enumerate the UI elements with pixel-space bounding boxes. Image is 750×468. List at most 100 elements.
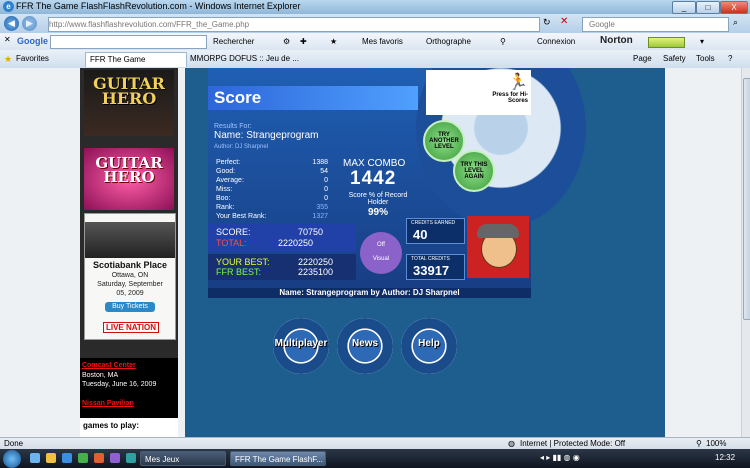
forward-button[interactable]: ▶ [22, 16, 37, 31]
search-icon[interactable]: ⌕ [733, 17, 738, 28]
live-nation-logo: LIVE NATION [103, 322, 159, 333]
stat-value-rank: 355 [316, 204, 328, 211]
guitar-hero-ad[interactable]: GUITAR HERO [84, 70, 174, 136]
stat-value-boo: 0 [324, 195, 328, 202]
try-another-label: TRY ANOTHER LEVEL [429, 132, 459, 150]
try-level-again-button[interactable]: TRY THIS LEVEL AGAIN [453, 150, 495, 192]
stat-label-good: Good: [216, 168, 236, 175]
help-icon[interactable]: ? [728, 54, 732, 63]
close-button[interactable]: X [720, 1, 748, 14]
search-button[interactable]: Rechercher [213, 37, 254, 46]
app-icon[interactable] [94, 453, 104, 463]
score-box: SCORE: 70750 TOTAL: 2220250 [208, 224, 356, 252]
event-date: Saturday, September [97, 281, 163, 288]
clock: 12:32 [715, 453, 736, 462]
quicklaunch-icon[interactable] [30, 453, 40, 463]
event-date-year: 05, 2009 [116, 290, 144, 297]
guitar-hero-ad-2[interactable]: GUITAR HERO [84, 148, 174, 210]
tab-dofus[interactable]: MMORPG DOFUS :: Jeu de ... [186, 52, 304, 66]
concert-image [85, 222, 175, 258]
stat-label-average: Average: [216, 177, 244, 184]
page-menu[interactable]: Page [633, 54, 652, 63]
venue-city: Ottawa, ON [111, 272, 149, 279]
score-title: Score [214, 88, 262, 107]
score-value: 70750 [298, 227, 324, 237]
translate-icon[interactable]: ⚲ [500, 37, 506, 46]
stop-icon[interactable]: ✕ [560, 16, 568, 27]
avatar-hat [477, 224, 519, 238]
stat-label-rank: Rank: [216, 204, 235, 211]
multiplayer-button[interactable]: Multiplayer [273, 318, 329, 374]
plus-icon[interactable]: ✚ [300, 37, 307, 46]
total-credits-label: TOTAL CREDITS [411, 256, 450, 262]
norton-logo: Norton [600, 35, 633, 46]
concert-date: Tuesday, June 16, 2009 [82, 381, 157, 388]
result-name: Name: Strangeprogram [214, 130, 319, 141]
left-sidebar: GUITAR HERO GUITAR HERO Scotiabank Place… [80, 68, 178, 437]
visual-label: Visual [372, 256, 390, 262]
norton-status[interactable] [648, 37, 685, 48]
refresh-icon[interactable]: ↻ [543, 17, 551, 28]
bookmark-icon[interactable]: ★ [330, 37, 337, 46]
media-icon[interactable] [78, 453, 88, 463]
favorites-button[interactable]: Favorites [16, 54, 49, 63]
ie-icon[interactable] [62, 453, 72, 463]
stat-value-best-rank: 1327 [312, 213, 328, 220]
tools-menu[interactable]: Tools [696, 54, 715, 63]
favorites-button[interactable]: Mes favoris [362, 37, 403, 46]
address-bar[interactable]: http://www.flashflashrevolution.com/FFR_… [48, 17, 540, 32]
concert-venue-link[interactable]: Comcast Center [82, 362, 136, 369]
search-input[interactable]: Google [582, 17, 729, 32]
google-search-input[interactable] [50, 35, 207, 49]
try-again-label: TRY THIS LEVEL AGAIN [460, 162, 488, 180]
concert-city: Boston, MA [82, 372, 119, 379]
score-pct-label: Score % of Record Holder [348, 192, 408, 206]
app3-icon[interactable] [126, 453, 136, 463]
tray-icons[interactable]: ◂ ▸ ▮▮ ◍ ◉ [540, 453, 580, 462]
favorites-bar: ★ Favorites FFR The Game FlashFla... MMO… [0, 50, 750, 78]
ffr-best-label: FFR BEST: [216, 267, 262, 277]
login-button[interactable]: Connexion [537, 37, 575, 46]
stat-value-average: 0 [324, 177, 328, 184]
total-credits: TOTAL CREDITS 33917 [406, 254, 465, 280]
concert-venue-link-2[interactable]: Nissan Pavilion [82, 400, 134, 407]
song-name-bar: Name: Strangeprogram by Author: DJ Sharp… [208, 288, 531, 298]
folder-icon[interactable] [46, 453, 56, 463]
help-button[interactable]: Help [401, 318, 457, 374]
hiscore-button[interactable]: 🏃 Press for Hi-Scores Scores are recorde… [426, 70, 531, 115]
minimize-button[interactable]: _ [672, 1, 696, 14]
close-toolbar-icon[interactable]: ✕ [4, 35, 11, 44]
your-best-label: YOUR BEST: [216, 257, 270, 267]
visual-toggle[interactable]: Off Visual [360, 232, 402, 274]
scrollbar-thumb[interactable] [743, 78, 750, 320]
back-button[interactable]: ◀ [4, 16, 19, 31]
norton-menu-icon[interactable]: ▾ [700, 37, 704, 46]
total-value: 2220250 [278, 238, 314, 248]
app2-icon[interactable] [110, 453, 120, 463]
runner-icon: 🏃 [508, 74, 528, 91]
start-button[interactable] [3, 450, 21, 468]
tools-icon[interactable]: ⚙ [283, 37, 290, 46]
credits-earned-value: 40 [413, 227, 428, 242]
ffr-best-value: 2235100 [298, 267, 334, 277]
ie-logo-icon: e [3, 1, 14, 12]
score-panel: Score 🏃 Press for Hi-Scores Scores are r… [208, 68, 586, 298]
task-ffr[interactable]: FFR The Game FlashF... [230, 451, 326, 466]
tab-ffr[interactable]: FFR The Game FlashFla... [85, 52, 187, 78]
google-logo: Google [17, 36, 48, 46]
maximize-button[interactable]: □ [696, 1, 720, 14]
venue-name: Scotiabank Place [92, 260, 168, 270]
spelling-button[interactable]: Orthographe [426, 37, 471, 46]
score-label: SCORE: [216, 227, 251, 237]
buy-tickets-button[interactable]: Buy Tickets [105, 302, 155, 312]
ticket-ad[interactable]: Scotiabank Place Ottawa, ON Saturday, Se… [84, 213, 176, 340]
task-mes-jeux[interactable]: Mes Jeux [140, 451, 226, 466]
vertical-scrollbar[interactable] [741, 68, 750, 437]
safety-menu[interactable]: Safety [663, 54, 686, 63]
games-label: games to play: [80, 418, 178, 437]
address-row: ◀ ▶ http://www.flashflashrevolution.com/… [0, 14, 750, 33]
credits-earned-label: CREDITS EARNED [411, 220, 456, 226]
window-title: FFR The Game FlashFlashRevolution.com - … [16, 1, 301, 11]
star-icon[interactable]: ★ [4, 54, 12, 65]
news-button[interactable]: News [337, 318, 393, 374]
